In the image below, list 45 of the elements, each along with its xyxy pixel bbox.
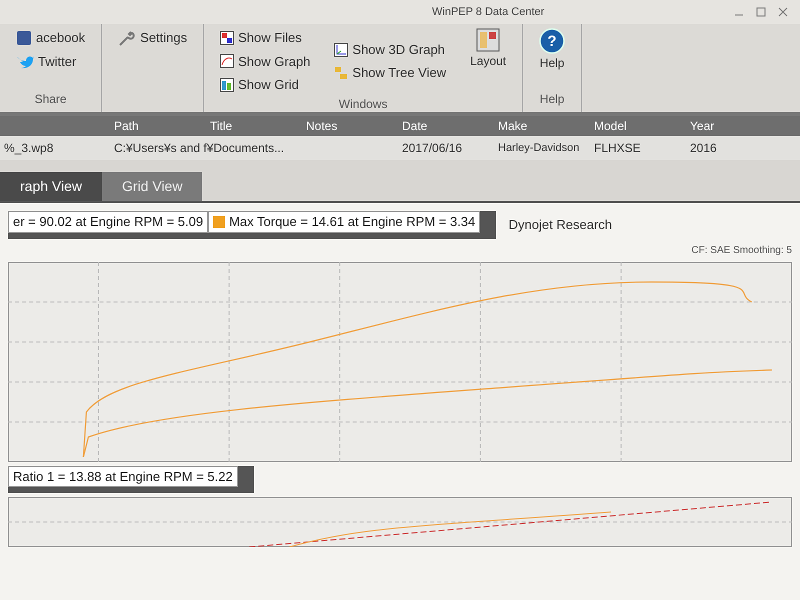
view-tab[interactable]: Grid View [102, 172, 202, 201]
graph-note: CF: SAE Smoothing: 5 [691, 244, 792, 258]
view-tab[interactable]: raph View [0, 172, 102, 201]
column-header[interactable]: Title [206, 117, 302, 135]
group-label: Windows [338, 96, 388, 112]
table-cell-text: FLHXSE [593, 140, 642, 157]
column-header[interactable]: Model [590, 117, 686, 135]
maximize-icon[interactable] [756, 7, 766, 17]
table-cell-text: 2017/06/16 [401, 140, 464, 157]
ribbon-button[interactable]: Settings [114, 28, 192, 48]
ribbon-button[interactable]: Show Files [216, 28, 314, 48]
table-cell-text: C:¥Users¥s and f¥Documents... [113, 140, 286, 157]
ribbon-button[interactable]: ? Help [535, 28, 570, 72]
square-icon [16, 30, 32, 46]
legend-text: er = 90.02 at Engine RPM = 5.09 [13, 213, 204, 231]
column-header[interactable]: Make [494, 117, 590, 135]
ribbon-button[interactable]: Show Tree View [330, 63, 450, 83]
graph-title: Dynojet Research [508, 216, 612, 234]
ribbon-button[interactable]: Twitter [12, 52, 90, 71]
window-title: WinPEP 8 Data Center [432, 4, 544, 20]
ribbon-button[interactable]: Layout [466, 28, 510, 94]
table-cell-text: %_3.wp8 [3, 140, 54, 157]
table-cell-text: 2016 [689, 140, 718, 157]
files-icon [220, 30, 234, 45]
wrench-icon [118, 28, 136, 47]
graph-icon [220, 54, 234, 68]
ribbon-button[interactable]: Show 3D Graph [330, 40, 450, 60]
grid-icon [220, 78, 234, 92]
layout-icon [476, 28, 500, 52]
column-header[interactable]: Path [110, 117, 206, 135]
close-icon[interactable] [778, 7, 788, 17]
help-icon: ? [539, 28, 566, 54]
axes-icon [334, 42, 348, 56]
folders-icon [334, 66, 348, 80]
group-label: Help [538, 91, 566, 108]
legend-text: Max Torque = 14.61 at Engine RPM = 3.34 [229, 213, 476, 231]
column-header[interactable]: Year [686, 117, 782, 135]
group-label: Share [34, 91, 68, 108]
ribbon-button[interactable]: Show Grid [216, 75, 314, 94]
table-cell-text: Harley-Davidson [497, 140, 580, 156]
column-header[interactable]: Notes [302, 117, 398, 135]
ribbon-button[interactable]: acebook [12, 28, 90, 48]
column-header[interactable]: Date [398, 117, 494, 135]
ribbon-button[interactable]: Show Graph [216, 52, 314, 71]
legend-text: Ratio 1 = 13.88 at Engine RPM = 5.22 [13, 468, 233, 486]
